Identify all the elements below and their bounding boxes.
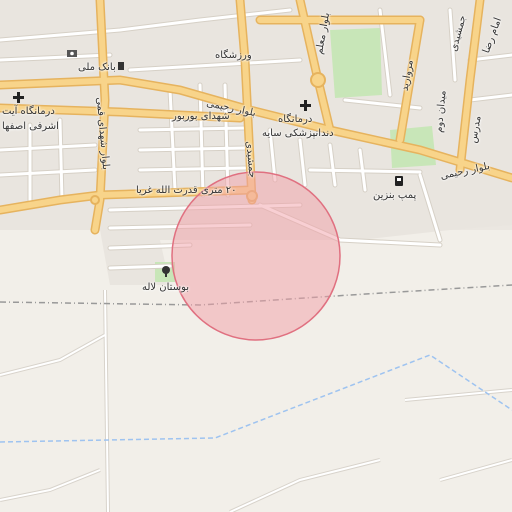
roundabout — [90, 195, 100, 205]
fuel-icon — [118, 62, 124, 70]
roundabout — [310, 72, 326, 88]
park-area — [330, 28, 382, 98]
label-street-20m: ۲۰ متری قدرت الله غریا — [136, 185, 237, 196]
label-varzeshgah: ورزشگاه — [215, 50, 252, 61]
label-bostan-laleh: بوستان لاله — [142, 282, 190, 293]
label-clinic-sayeh-2: دندانپزشکی سایه — [262, 128, 334, 139]
fuel-station-icon — [395, 176, 403, 186]
highlight-circle[interactable] — [171, 171, 341, 341]
label-clinic-ayatollah-2: اشرفی اصفها — [2, 121, 59, 132]
map-layer — [0, 0, 512, 512]
map-canvas[interactable]: بانک ملی ورزشگاه بلوار معلم بلوار رحیمی … — [0, 0, 512, 512]
label-clinic-ayatollah-1: درمانگاه آیت — [2, 106, 55, 117]
label-gas-station: پمپ بنزین — [373, 190, 417, 201]
label-bank-melli: بانک ملی — [78, 62, 116, 73]
bank-icon — [67, 50, 77, 57]
label-clinic-sayeh-1: درمانگاه — [278, 114, 313, 125]
label-shohada-bourbour: شهدای بوربور — [172, 111, 230, 122]
